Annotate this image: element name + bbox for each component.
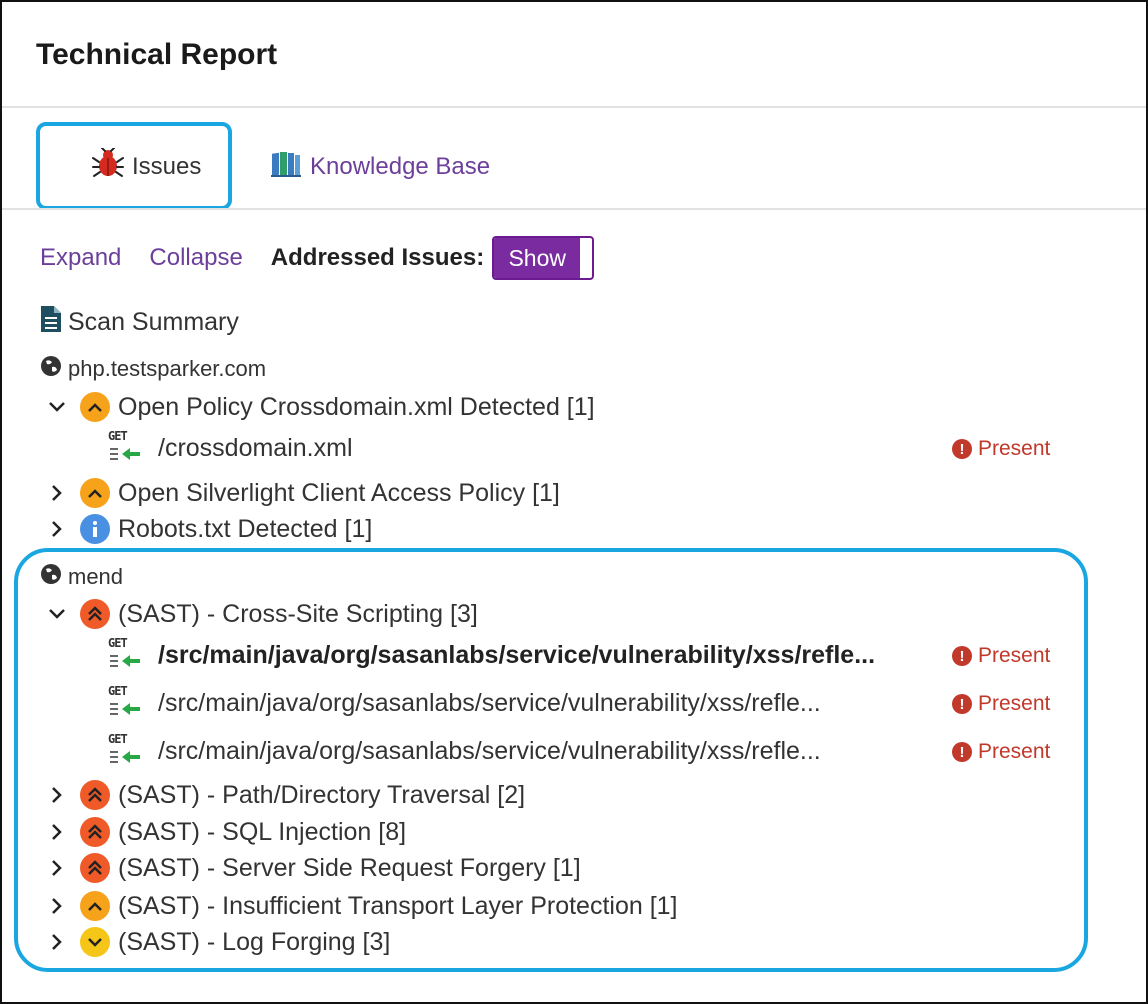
issue-label: (SAST) - SQL Injection [8] (118, 817, 407, 846)
alert-icon: ! (952, 439, 972, 459)
issue-label: (SAST) - Log Forging [3] (118, 927, 391, 956)
severity-low-icon (80, 927, 110, 957)
issue-row[interactable]: Robots.txt Detected [1] (46, 514, 372, 544)
issue-row[interactable]: (SAST) - Insufficient Transport Layer Pr… (46, 891, 678, 921)
chevron-right-icon[interactable] (46, 933, 68, 951)
tree-toolbar: Expand Collapse Addressed Issues: Show (40, 236, 595, 280)
globe-icon (40, 563, 62, 591)
chevron-down-icon[interactable] (46, 608, 68, 620)
status-badge: ! Present (952, 437, 1050, 461)
status-badge: ! Present (952, 740, 1050, 764)
header-divider (2, 106, 1146, 108)
severity-high-icon (80, 780, 110, 810)
issue-row[interactable]: Open Silverlight Client Access Policy [1… (46, 478, 560, 508)
scan-summary-item[interactable]: Scan Summary (40, 305, 239, 340)
request-path: /src/main/java/org/sasanlabs/service/vul… (158, 688, 821, 717)
severity-info-icon (80, 514, 110, 544)
host-name: mend (68, 564, 124, 589)
host-item[interactable]: mend (40, 563, 123, 591)
status-badge: ! Present (952, 644, 1050, 668)
request-row[interactable]: GET /crossdomain.xml (108, 429, 353, 464)
tab-knowledge-base[interactable]: Knowledge Base (270, 148, 490, 185)
severity-high-icon (80, 817, 110, 847)
host-item[interactable]: php.testsparker.com (40, 355, 266, 383)
issue-row[interactable]: (SAST) - Cross-Site Scripting [3] (46, 599, 478, 629)
issue-row[interactable]: (SAST) - SQL Injection [8] (46, 817, 406, 847)
issue-label: (SAST) - Path/Directory Traversal [2] (118, 780, 526, 809)
request-row[interactable]: GET /src/main/java/org/sasanlabs/service… (108, 636, 876, 671)
get-request-icon: GET (108, 684, 142, 719)
chevron-right-icon[interactable] (46, 484, 68, 502)
chevron-right-icon[interactable] (46, 823, 68, 841)
chevron-right-icon[interactable] (46, 897, 68, 915)
globe-icon (40, 355, 62, 383)
toggle-show-label: Show (494, 238, 581, 278)
status-badge: ! Present (952, 692, 1050, 716)
severity-medium-icon (80, 891, 110, 921)
tabs-divider (2, 208, 1146, 210)
host-name: php.testsparker.com (68, 356, 267, 381)
severity-high-icon (80, 853, 110, 883)
request-path: /crossdomain.xml (158, 433, 353, 462)
addressed-issues-toggle[interactable]: Show (492, 236, 595, 280)
severity-medium-icon (80, 392, 110, 422)
get-request-icon: GET (108, 636, 142, 671)
chevron-right-icon[interactable] (46, 520, 68, 538)
get-request-icon: GET (108, 732, 142, 767)
document-icon (40, 305, 62, 340)
request-path: /src/main/java/org/sasanlabs/service/vul… (158, 640, 876, 669)
issue-label: Robots.txt Detected [1] (118, 514, 373, 543)
chevron-down-icon[interactable] (46, 401, 68, 413)
issue-label: (SAST) - Cross-Site Scripting [3] (118, 599, 478, 628)
chevron-right-icon[interactable] (46, 859, 68, 877)
issue-label: (SAST) - Server Side Request Forgery [1] (118, 853, 581, 882)
alert-icon: ! (952, 694, 972, 714)
issue-label: Open Policy Crossdomain.xml Detected [1] (118, 392, 595, 421)
expand-link[interactable]: Expand (40, 244, 121, 272)
alert-icon: ! (952, 742, 972, 762)
severity-medium-icon (80, 478, 110, 508)
issue-row[interactable]: Open Policy Crossdomain.xml Detected [1] (46, 392, 595, 422)
tab-highlight-box (36, 122, 232, 210)
chevron-right-icon[interactable] (46, 786, 68, 804)
get-request-icon: GET (108, 429, 142, 464)
issue-row[interactable]: (SAST) - Server Side Request Forgery [1] (46, 853, 581, 883)
severity-high-icon (80, 599, 110, 629)
issue-label: Open Silverlight Client Access Policy [1… (118, 478, 560, 507)
request-row[interactable]: GET /src/main/java/org/sasanlabs/service… (108, 684, 821, 719)
scan-summary-label: Scan Summary (68, 308, 239, 336)
issue-row[interactable]: (SAST) - Path/Directory Traversal [2] (46, 780, 525, 810)
books-icon (270, 148, 302, 185)
issue-row[interactable]: (SAST) - Log Forging [3] (46, 927, 390, 957)
request-row[interactable]: GET /src/main/java/org/sasanlabs/service… (108, 732, 821, 767)
addressed-issues-label: Addressed Issues: (270, 244, 485, 271)
issue-label: (SAST) - Insufficient Transport Layer Pr… (118, 891, 678, 920)
alert-icon: ! (952, 646, 972, 666)
collapse-link[interactable]: Collapse (149, 244, 242, 272)
tab-knowledge-base-label: Knowledge Base (310, 152, 491, 180)
request-path: /src/main/java/org/sasanlabs/service/vul… (158, 736, 821, 765)
page-title: Technical Report (36, 38, 278, 71)
